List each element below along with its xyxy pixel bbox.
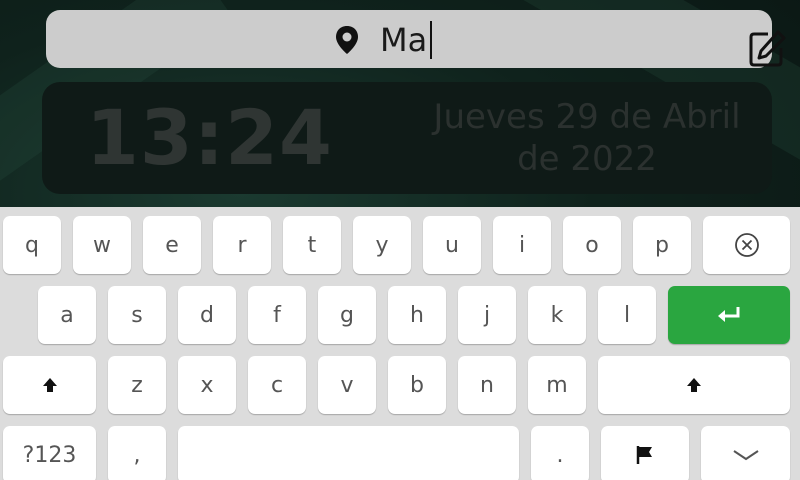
search-input[interactable]: Ma (380, 21, 433, 59)
comma-key[interactable]: , (108, 426, 166, 480)
space-key[interactable] (178, 426, 519, 480)
key-l[interactable]: l (598, 286, 656, 344)
backspace-icon (734, 232, 760, 258)
shift-icon (685, 376, 703, 394)
clock-date-line2: de 2022 (517, 139, 657, 179)
key-v[interactable]: v (318, 356, 376, 414)
symbols-key[interactable]: ?123 (3, 426, 96, 480)
key-f[interactable]: f (248, 286, 306, 344)
enter-key[interactable] (668, 286, 790, 344)
edit-icon[interactable] (748, 30, 786, 68)
key-k[interactable]: k (528, 286, 586, 344)
flag-icon (634, 444, 656, 466)
clock-date: Jueves 29 de Abril de 2022 (422, 96, 752, 180)
key-t[interactable]: t (283, 216, 341, 274)
key-i[interactable]: i (493, 216, 551, 274)
clock-date-line1: Jueves 29 de Abril (433, 97, 741, 137)
key-w[interactable]: w (73, 216, 131, 274)
key-e[interactable]: e (143, 216, 201, 274)
shift-icon (41, 376, 59, 394)
chevron-down-icon (731, 448, 761, 462)
key-o[interactable]: o (563, 216, 621, 274)
key-y[interactable]: y (353, 216, 411, 274)
key-z[interactable]: z (108, 356, 166, 414)
key-x[interactable]: x (178, 356, 236, 414)
key-j[interactable]: j (458, 286, 516, 344)
key-c[interactable]: c (248, 356, 306, 414)
key-g[interactable]: g (318, 286, 376, 344)
key-m[interactable]: m (528, 356, 586, 414)
language-key[interactable] (601, 426, 689, 480)
clock-widget: 13:24 Jueves 29 de Abril de 2022 (42, 82, 772, 194)
clock-time: 13:24 (86, 93, 333, 182)
on-screen-keyboard: q w e r t y u i o p a s d f g h j k l z … (0, 207, 800, 480)
location-pin-icon (334, 25, 360, 55)
key-p[interactable]: p (633, 216, 691, 274)
hide-keyboard-key[interactable] (701, 426, 790, 480)
key-n[interactable]: n (458, 356, 516, 414)
shift-key-right[interactable] (598, 356, 790, 414)
key-b[interactable]: b (388, 356, 446, 414)
key-u[interactable]: u (423, 216, 481, 274)
search-query-text: Ma (380, 21, 428, 59)
enter-icon (715, 305, 743, 325)
backspace-key[interactable] (703, 216, 790, 274)
key-q[interactable]: q (3, 216, 61, 274)
text-cursor (430, 21, 433, 59)
key-h[interactable]: h (388, 286, 446, 344)
period-key[interactable]: . (531, 426, 589, 480)
key-d[interactable]: d (178, 286, 236, 344)
key-a[interactable]: a (38, 286, 96, 344)
key-s[interactable]: s (108, 286, 166, 344)
search-bar[interactable]: Ma (46, 10, 786, 68)
shift-key-left[interactable] (3, 356, 96, 414)
key-r[interactable]: r (213, 216, 271, 274)
